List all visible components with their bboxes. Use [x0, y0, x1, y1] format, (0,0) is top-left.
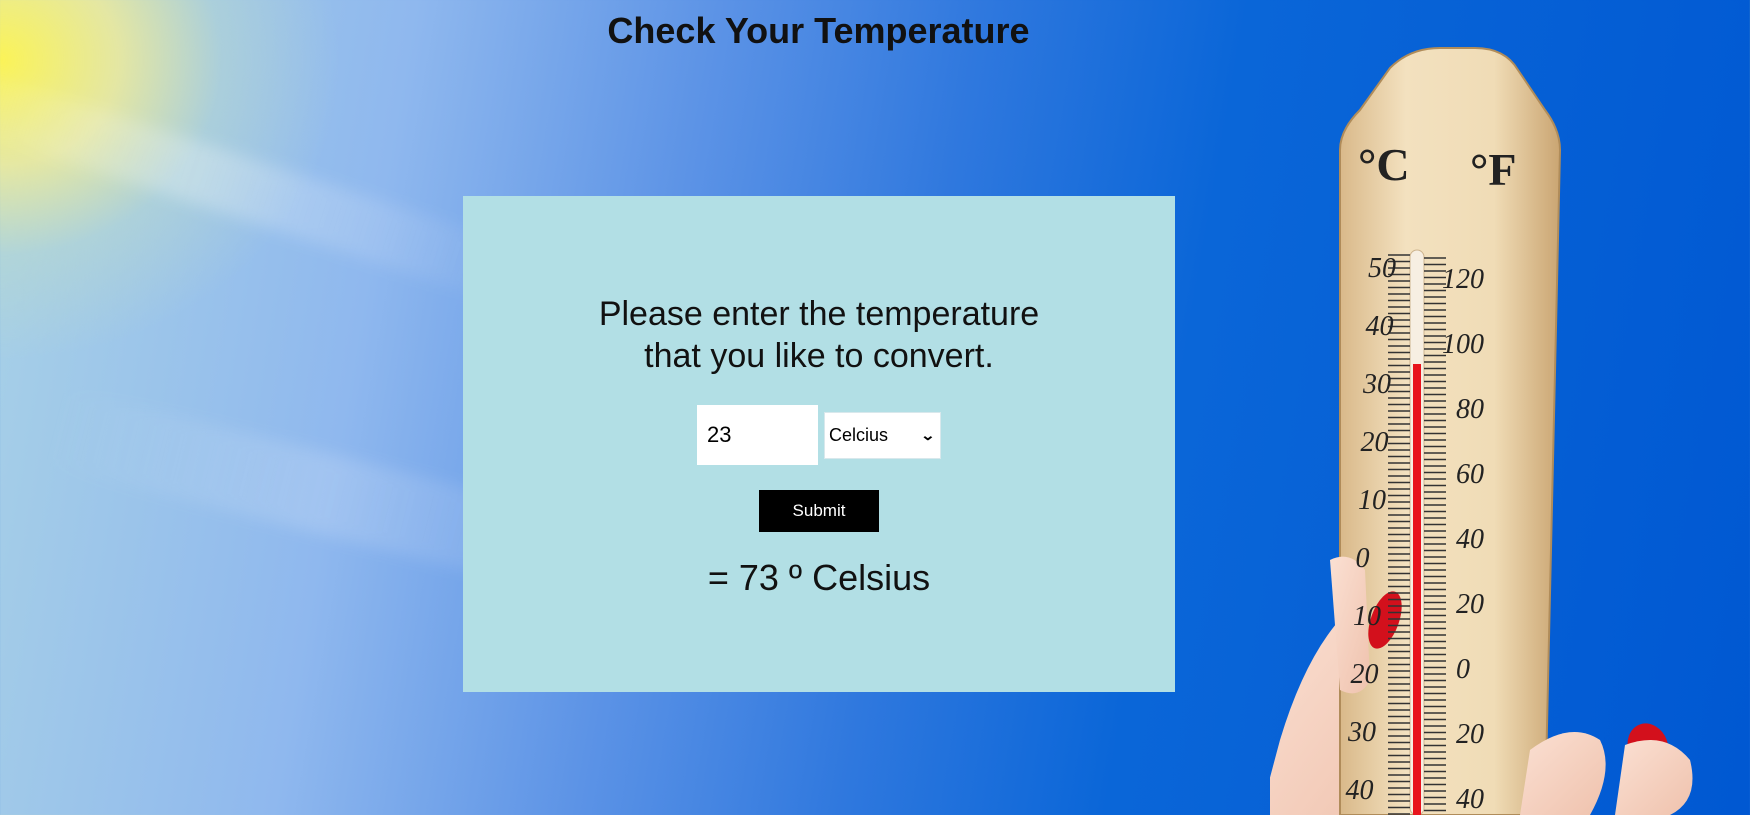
unit-select-value: Celcius	[829, 424, 889, 445]
fahrenheit-tick-label: 0	[1456, 654, 1470, 685]
submit-button[interactable]: Submit	[759, 490, 879, 532]
thermometer-illustration: °C °F 5040302010010203040 12010080604020…	[1260, 47, 1693, 815]
fahrenheit-tick-label: 20	[1456, 589, 1484, 620]
fahrenheit-tick-label: 20	[1456, 719, 1484, 750]
celsius-tick-label: 30	[1362, 369, 1391, 400]
prompt-line-1: Please enter the temperature	[598, 295, 1040, 333]
prompt-text: Please enter the temperature that you li…	[559, 293, 1079, 377]
thermometer-image: °C °F 50 40 30 20 10 0 10 20 30 40 120 100 80 60 40 20…	[1260, 40, 1750, 815]
celsius-tick-label: 20	[1361, 427, 1389, 458]
fahrenheit-tick-label: 60	[1456, 459, 1484, 490]
celsius-tick-label: 0	[1356, 543, 1370, 574]
fahrenheit-tick-label: 120	[1442, 264, 1484, 295]
celsius-tick-label: 30	[1347, 717, 1376, 748]
fahrenheit-scale-label: °F	[1470, 144, 1517, 195]
input-row: Celcius ⌄	[463, 405, 1175, 465]
fahrenheit-tick-label: 80	[1456, 394, 1484, 425]
fahrenheit-tick-label: 40	[1456, 784, 1484, 815]
prompt-line-2: that you like to convert.	[644, 337, 994, 375]
fahrenheit-tick-label: 40	[1456, 524, 1484, 555]
converter-card: Please enter the temperature that you li…	[463, 196, 1175, 692]
mercury-column	[1413, 364, 1421, 815]
result-text: = 73 º Celsius	[707, 557, 931, 598]
celsius-tick-label: 10	[1353, 601, 1381, 632]
finger-shape	[1615, 740, 1693, 815]
celsius-tick-label: 40	[1366, 311, 1394, 342]
celsius-scale-label: °C	[1358, 139, 1410, 190]
celsius-tick-label: 50	[1368, 253, 1396, 284]
chevron-down-icon: ⌄	[920, 426, 936, 443]
temperature-input[interactable]	[697, 405, 818, 465]
celsius-tick-label: 10	[1358, 485, 1386, 516]
fahrenheit-tick-label: 100	[1442, 329, 1484, 360]
unit-select[interactable]: Celcius ⌄	[824, 411, 941, 459]
celsius-tick-label: 20	[1351, 659, 1379, 690]
celsius-tick-label: 40	[1346, 775, 1374, 806]
